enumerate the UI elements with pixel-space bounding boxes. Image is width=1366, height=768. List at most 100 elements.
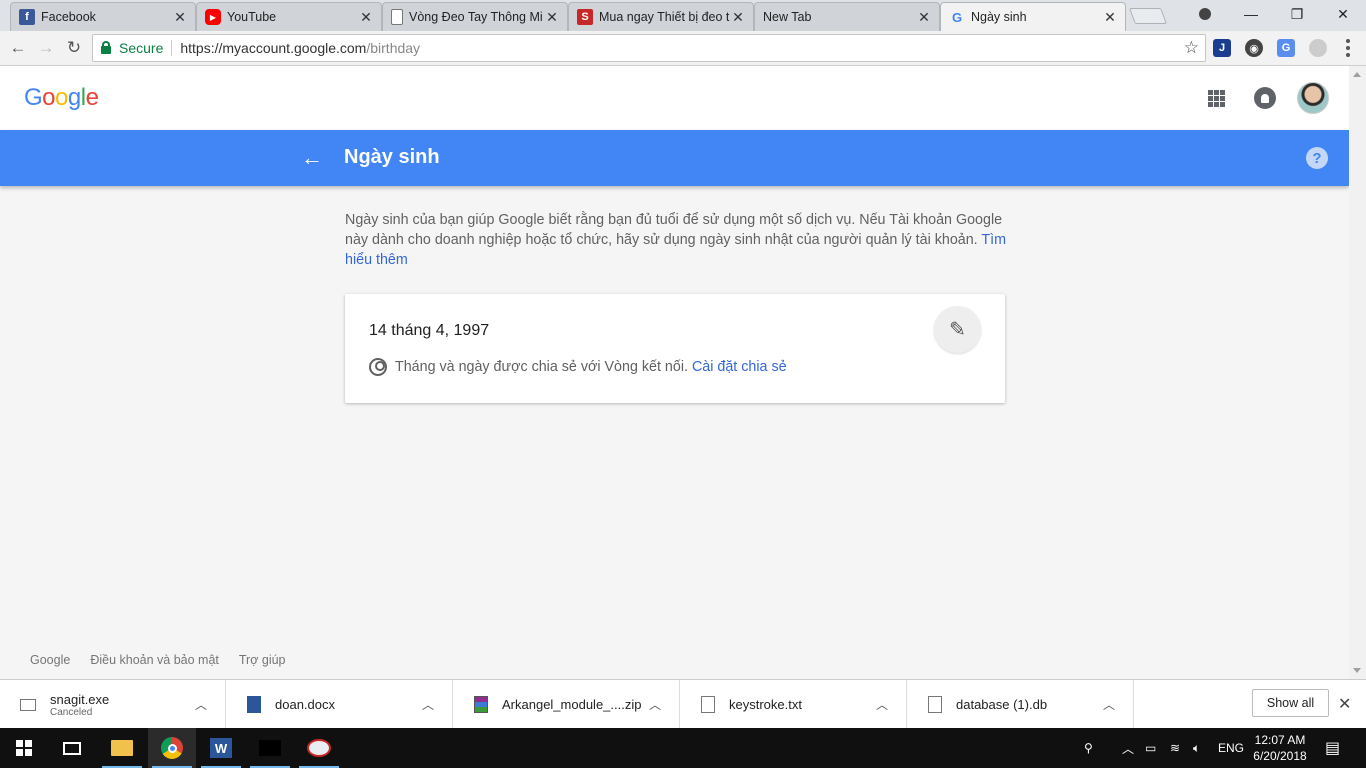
tab-title: Mua ngay Thiết bị đeo t xyxy=(599,10,730,24)
sharing-text: Tháng và ngày được chia sẻ với Vòng kết … xyxy=(395,359,688,375)
apps-grid-icon[interactable] xyxy=(1208,90,1225,107)
footer-link-help[interactable]: Trợ giúp xyxy=(239,653,286,667)
browser-menu-icon[interactable] xyxy=(1342,38,1354,58)
download-item[interactable]: Arkangel_module_....zip ︿ xyxy=(454,680,680,729)
minimize-icon[interactable]: — xyxy=(1228,0,1274,28)
new-tab-button[interactable] xyxy=(1129,8,1167,24)
word-file-icon xyxy=(247,696,261,713)
tab-facebook[interactable]: f Facebook ✕ xyxy=(10,2,196,31)
google-logo[interactable]: Google xyxy=(24,84,99,112)
sharing-settings-link[interactable]: Cài đặt chia sẻ xyxy=(692,359,787,375)
snipping-tool-icon[interactable] xyxy=(295,728,343,768)
chevron-up-icon[interactable]: ︿ xyxy=(189,696,213,713)
footer-link-terms-privacy[interactable]: Điều khoản và bảo mật xyxy=(90,653,219,667)
download-item[interactable]: keystroke.txt ︿ xyxy=(681,680,907,729)
chrome-icon[interactable] xyxy=(148,728,196,768)
back-arrow-icon[interactable]: ← xyxy=(300,144,324,172)
birthday-description: Ngày sinh của bạn giúp Google biết rằng … xyxy=(345,210,1009,270)
clock-time: 12:07 AM xyxy=(1254,733,1306,747)
address-bar[interactable]: Secure https://myaccount.google.com/birt… xyxy=(92,34,1206,62)
db-file-icon xyxy=(928,696,942,713)
download-item[interactable]: database (1).db ︿ xyxy=(908,680,1134,729)
back-icon[interactable]: ← xyxy=(7,37,29,59)
forward-icon[interactable]: → xyxy=(35,37,57,59)
close-shelf-icon[interactable]: ✕ xyxy=(1338,694,1351,714)
download-filename: doan.docx xyxy=(275,697,335,712)
extension-messenger-icon[interactable] xyxy=(1309,39,1327,57)
chevron-up-icon[interactable]: ︿ xyxy=(1097,696,1121,713)
browser-toolbar: ← → ↻ Secure https://myaccount.google.co… xyxy=(0,31,1366,66)
tab-title: New Tab xyxy=(763,10,812,24)
s-brand-icon: S xyxy=(577,9,593,25)
people-icon[interactable]: ⚲ xyxy=(1084,728,1093,768)
extension-j-icon[interactable]: J xyxy=(1213,39,1231,57)
download-name: snagit.exe Canceled xyxy=(50,692,189,718)
tab-title: Ngày sinh xyxy=(971,10,1027,24)
close-tab-icon[interactable]: ✕ xyxy=(359,9,373,26)
sharing-info: Tháng và ngày được chia sẻ với Vòng kết … xyxy=(369,358,787,376)
close-window-icon[interactable]: ✕ xyxy=(1320,0,1366,28)
circles-icon xyxy=(369,358,387,376)
tab-youtube[interactable]: ▶ YouTube ✕ xyxy=(196,2,382,31)
secure-label: Secure xyxy=(119,40,164,56)
google-translate-icon[interactable]: G xyxy=(1277,39,1295,57)
download-item[interactable]: snagit.exe Canceled ︿ xyxy=(0,680,226,729)
chevron-up-icon[interactable]: ︿ xyxy=(643,696,667,713)
text-file-icon xyxy=(701,696,715,713)
show-all-downloads-button[interactable]: Show all xyxy=(1252,689,1329,717)
show-hidden-icons-chevron[interactable]: ︿ xyxy=(1122,728,1134,768)
vertical-scrollbar[interactable] xyxy=(1349,66,1366,679)
system-clock[interactable]: 12:07 AM 6/20/2018 xyxy=(1250,732,1310,764)
birthday-card: 14 tháng 4, 1997 ✎ Tháng và ngày được ch… xyxy=(345,294,1005,403)
url-host: https://myaccount.google.com xyxy=(180,40,367,56)
tab-ngay-sinh[interactable]: G Ngày sinh ✕ xyxy=(940,2,1126,31)
close-tab-icon[interactable]: ✕ xyxy=(173,9,187,26)
task-view-icon[interactable] xyxy=(48,728,96,768)
chevron-up-icon[interactable]: ︿ xyxy=(870,696,894,713)
extension-circle-icon[interactable]: ◉ xyxy=(1245,39,1263,57)
word-icon[interactable]: W xyxy=(197,728,245,768)
url-text: https://myaccount.google.com/birthday xyxy=(180,40,420,56)
close-tab-icon[interactable]: ✕ xyxy=(1103,9,1117,26)
restore-icon[interactable]: ❐ xyxy=(1274,0,1320,28)
page-title-bar: ← Ngày sinh ? xyxy=(0,130,1349,186)
tab-vong-deo-tay[interactable]: Vòng Đeo Tay Thông Mi ✕ xyxy=(382,2,568,31)
reload-icon[interactable]: ↻ xyxy=(63,37,85,59)
chevron-up-icon[interactable]: ︿ xyxy=(416,696,440,713)
avatar[interactable] xyxy=(1297,82,1329,114)
close-tab-icon[interactable]: ✕ xyxy=(731,9,745,26)
scroll-down-icon[interactable] xyxy=(1353,668,1361,673)
edit-pencil-icon[interactable]: ✎ xyxy=(934,306,981,353)
tab-title: YouTube xyxy=(227,10,277,24)
close-tab-icon[interactable]: ✕ xyxy=(917,9,931,26)
windows-taskbar: W ⚲ ︿ ▭ ≋ 🔈︎ ENG 12:07 AM 6/20/2018 ▤ xyxy=(0,728,1366,768)
profile-icon[interactable] xyxy=(1182,0,1228,28)
archive-file-icon xyxy=(474,696,488,713)
battery-icon[interactable]: ▭ xyxy=(1145,728,1156,768)
google-g-icon: G xyxy=(951,9,963,25)
exe-file-icon xyxy=(20,698,36,711)
page-footer: Google Điều khoản và bảo mật Trợ giúp xyxy=(30,653,286,667)
wifi-icon[interactable]: ≋ xyxy=(1170,728,1180,768)
action-center-icon[interactable]: ▤ xyxy=(1325,728,1340,768)
download-filename: Arkangel_module_....zip xyxy=(502,697,642,712)
notifications-bell-icon[interactable] xyxy=(1254,87,1276,109)
tab-new-tab[interactable]: New Tab ✕ xyxy=(754,2,940,31)
tab-mua-ngay[interactable]: S Mua ngay Thiết bị đeo t ✕ xyxy=(568,2,754,31)
language-indicator[interactable]: ENG xyxy=(1218,728,1244,768)
facebook-icon: f xyxy=(19,9,35,25)
page-viewport: Google ← Ngày sinh ? Ngày sinh của bạn g… xyxy=(0,66,1349,679)
download-item[interactable]: doan.docx ︿ xyxy=(227,680,453,729)
description-text: Ngày sinh của bạn giúp Google biết rằng … xyxy=(345,212,1003,248)
file-explorer-icon[interactable] xyxy=(98,728,146,768)
bookmark-star-icon[interactable]: ☆ xyxy=(1184,38,1199,58)
start-button[interactable] xyxy=(0,728,48,768)
help-icon[interactable]: ? xyxy=(1306,147,1328,169)
tab-title: Facebook xyxy=(41,10,96,24)
volume-icon[interactable]: 🔈︎ xyxy=(1193,728,1200,768)
terminal-icon[interactable] xyxy=(246,728,294,768)
divider xyxy=(171,40,173,56)
close-tab-icon[interactable]: ✕ xyxy=(545,9,559,26)
footer-link-google[interactable]: Google xyxy=(30,653,70,667)
scroll-up-icon[interactable] xyxy=(1353,72,1361,77)
